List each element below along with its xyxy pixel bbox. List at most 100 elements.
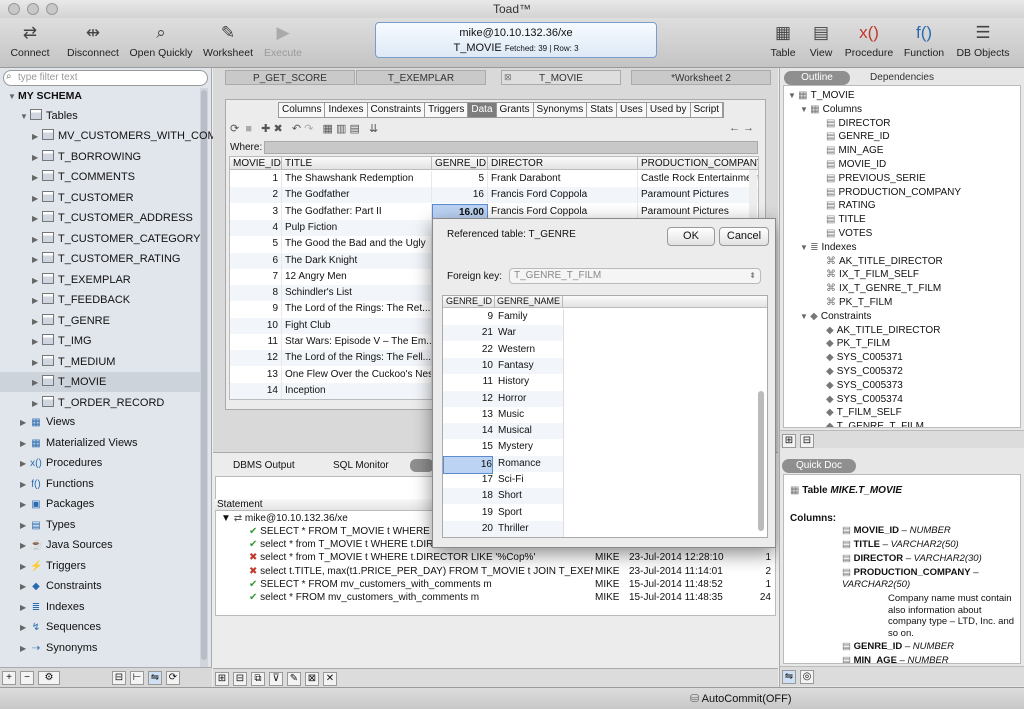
where-input[interactable] [264,141,758,154]
outline-item[interactable]: ▼ ≣ Indexes [800,241,857,255]
cell-title[interactable]: Pulp Fiction [282,219,432,236]
column-header-genre-id[interactable]: GENRE_ID [432,157,488,170]
outline-item[interactable]: ◆ SYS_C005374 [826,393,903,407]
grid-filter-icon[interactable]: ▥ [336,123,346,135]
sidebar-table-t-comments[interactable]: ▶ T_COMMENTS [32,167,232,187]
outline-item[interactable]: ⌘ AK_TITLE_DIRECTOR [826,255,943,269]
cell-title[interactable]: Fight Club [282,317,432,334]
cell-movie-id[interactable]: 1 [230,171,282,187]
outline-item[interactable]: ▤ PRODUCTION_COMPANY [826,186,961,200]
subtab-script[interactable]: Script [690,103,724,117]
tables-group[interactable]: ▼ Tables [20,106,220,126]
list-item[interactable]: 14 Musical [443,423,563,440]
filter-icon[interactable]: ⊽ [269,672,283,686]
list-item[interactable]: 13 Music [443,407,563,423]
gear-icon[interactable]: ⚙ [38,671,60,685]
cell-movie-id[interactable]: 4 [230,219,282,236]
outline-item[interactable]: ▤ TITLE [826,213,866,227]
outline-item[interactable]: ⌘ IX_T_FILM_SELF [826,268,919,282]
copy-icon[interactable]: ⧉ [251,672,265,686]
list-item[interactable]: 18 Short [443,488,563,505]
table-row[interactable]: 2 The Godfather 16 Francis Ford Coppola Para… [230,187,758,204]
sidebar-group-sequences[interactable]: ▶ ↯ Sequences [20,617,220,637]
sidebar-group-synonyms[interactable]: ▶ ⇢ Synonyms [20,638,220,658]
sidebar-table-t-customer-rating[interactable]: ▶ T_CUSTOMER_RATING [32,249,232,269]
link-icon[interactable]: ⇋ [148,671,162,685]
subtab-used-by[interactable]: Used by [646,103,691,117]
table-button[interactable]: ▦ Table [765,22,801,59]
sidebar-table-mv-customers-with-comm[interactable]: ▶ MV_CUSTOMERS_WITH_COMM [32,126,232,146]
refresh-icon[interactable]: ⟳ [166,671,180,685]
outline-item[interactable]: ◆ T_GENRE_T_FILM [826,420,924,427]
outline-item[interactable]: ▼ ▦ Columns [800,103,862,117]
tab-dbms-output[interactable]: DBMS Output [233,460,295,471]
sidebar-table-t-medium[interactable]: ▶ T_MEDIUM [32,352,232,372]
autocommit-indicator[interactable]: ⛁ AutoCommit(OFF) [690,692,792,705]
subtab-triggers[interactable]: Triggers [425,103,469,117]
monitor-connection[interactable]: ▼ ⇄ mike@10.10.132.36/xe [221,513,348,524]
remove-button[interactable]: − [20,671,34,685]
subtab-uses[interactable]: Uses [617,103,647,117]
list-item[interactable]: 10 Fantasy [443,357,563,374]
expand-icon[interactable]: ⊞ [215,672,229,686]
tab-worksheet-2[interactable]: *Worksheet 2 [631,70,771,85]
view-button[interactable]: ▤ View [805,22,837,59]
cell-production-company[interactable]: Paramount Pictures [638,187,758,203]
sidebar-table-t-exemplar[interactable]: ▶ T_EXEMPLAR [32,270,232,290]
open-quickly-button[interactable]: ⌕ Open Quickly [128,22,194,59]
sql-history-row[interactable]: ✔ SELECT * FROM mv_customers_with_commen… [249,578,776,592]
sidebar-group-views[interactable]: ▶ ▦ Views [20,412,220,432]
add-row-icon[interactable]: ✚ [261,123,270,135]
list-item[interactable]: 21 War [443,325,563,342]
cell-production-company[interactable]: Castle Rock Entertainment [638,171,758,187]
sidebar-table-t-genre[interactable]: ▶ T_GENRE [32,311,232,331]
sidebar-group-functions[interactable]: ▶ f() Functions [20,474,220,494]
cell-title[interactable]: Inception [282,382,432,399]
outline-item[interactable]: ◆ SYS_C005371 [826,351,903,365]
cell-movie-id[interactable]: 3 [230,203,282,220]
collapse-icon[interactable]: ⊟ [112,671,126,685]
ok-button[interactable]: OK [667,227,715,246]
outline-item[interactable]: ▤ MOVIE_ID [826,158,886,172]
outline-item[interactable]: ▤ PREVIOUS_SERIE [826,172,926,186]
subtab-data[interactable]: Data [468,103,497,117]
tab-quick-doc[interactable]: Quick Doc [782,459,856,473]
column-header-title[interactable]: TITLE [282,157,432,170]
cell-movie-id[interactable]: 13 [230,366,282,383]
sql-history-row[interactable]: ✔ select * FROM mv_customers_with_commen… [249,592,776,605]
close-tab-icon[interactable]: ⊠ [504,72,512,83]
cell-title[interactable]: One Flew Over the Cuckoo's Nest [282,366,432,383]
tab-dependencies[interactable]: Dependencies [864,71,940,85]
cell-genre-id[interactable]: 5 [432,171,488,187]
collapse-icon[interactable]: ⊟ [800,434,814,448]
sidebar-group-packages[interactable]: ▶ ▣ Packages [20,494,220,514]
sidebar-table-t-borrowing[interactable]: ▶ T_BORROWING [32,147,232,167]
target-icon[interactable]: ◎ [800,670,814,684]
nav-arrows-icon[interactable]: ← → [729,122,754,134]
outline-item[interactable]: ◆ AK_TITLE_DIRECTOR [826,324,940,338]
outline-item[interactable]: ◆ PK_T_FILM [826,337,890,351]
outline-item[interactable]: ▤ MIN_AGE [826,144,883,158]
worksheet-button[interactable]: ✎ Worksheet [202,22,254,59]
subtab-stats[interactable]: Stats [587,103,618,117]
tab-active[interactable] [410,459,434,472]
list-item[interactable]: 22 Western [443,342,563,358]
sidebar-table-t-customer-address[interactable]: ▶ T_CUSTOMER_ADDRESS [32,208,232,228]
function-button[interactable]: f() Function [901,22,947,59]
tab-outline[interactable]: Outline [784,71,850,85]
edit-icon[interactable]: ✎ [287,672,301,686]
subtab-grants[interactable]: Grants [496,103,534,117]
sidebar-table-t-movie[interactable]: ▶ T_MOVIE [0,372,200,392]
cell-title[interactable]: The Lord of the Rings: The Ret... [282,301,432,318]
sidebar-group-procedures[interactable]: ▶ x() Procedures [20,453,220,473]
list-item[interactable]: 9 Family [443,309,563,325]
cell-genre-id[interactable]: 16 [432,187,488,204]
sidebar-group-materialized-views[interactable]: ▶ ▦ Materialized Views [20,433,220,453]
foreign-key-select[interactable]: T_GENRE_T_FILM ⬍ [509,268,761,284]
expand-icon[interactable]: ⊞ [782,434,796,448]
outline-item[interactable]: ▤ RATING [826,199,876,213]
sidebar-group-triggers[interactable]: ▶ ⚡ Triggers [20,556,220,576]
sql-history-row[interactable]: ✖ select * from T_MOVIE t WHERE t.DIRECT… [249,552,776,565]
cell-title[interactable]: The Godfather: Part II [282,203,432,220]
connect-button[interactable]: ⇄ Connect [8,22,52,59]
